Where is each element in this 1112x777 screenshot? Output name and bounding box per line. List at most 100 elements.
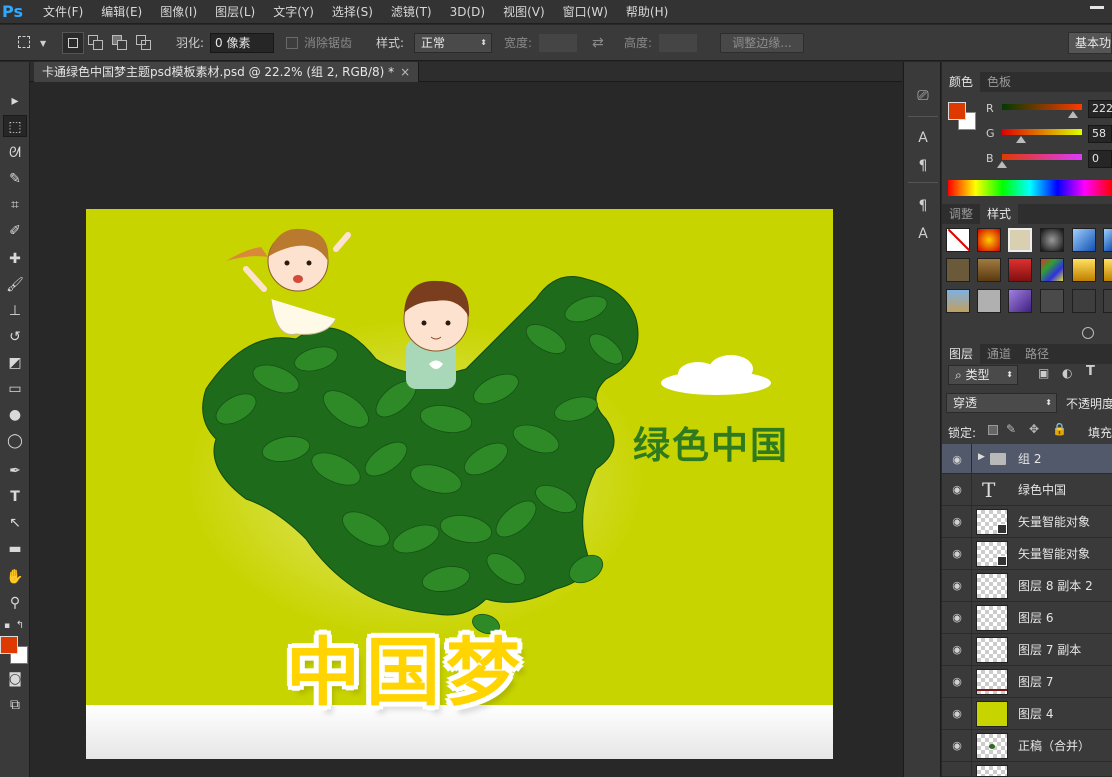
r-slider[interactable] (1002, 104, 1082, 110)
rectangular-marquee-tool-icon[interactable]: ⬚ (3, 115, 27, 137)
layer-row[interactable]: ◉ 正稿（合并） (942, 730, 1112, 762)
style-swatch[interactable] (977, 289, 1001, 313)
workspace-switcher[interactable]: 基本功能 (1068, 32, 1112, 54)
tab-swatches[interactable]: 色板 (980, 72, 1018, 92)
g-slider-thumb[interactable] (1016, 136, 1026, 143)
layer-name[interactable]: 矢量智能对象 (1018, 538, 1090, 570)
swap-colors-icon[interactable]: ↰ (14, 615, 26, 637)
g-value-input[interactable]: 58 (1088, 125, 1112, 143)
foreground-color-swatch[interactable] (0, 636, 18, 654)
intersect-selection-mode-button[interactable] (136, 35, 152, 51)
style-swatch[interactable] (977, 258, 1001, 282)
menu-view[interactable]: 视图(V) (494, 0, 554, 24)
style-swatch[interactable] (1008, 289, 1032, 313)
eye-icon[interactable]: ◉ (950, 483, 964, 497)
blur-tool-icon[interactable]: ● (3, 404, 27, 426)
style-swatch[interactable] (1008, 258, 1032, 282)
style-swatch[interactable] (1103, 289, 1112, 313)
lock-position-icon[interactable]: ✥ (1029, 422, 1039, 436)
panel-foreground-swatch[interactable] (948, 102, 966, 120)
path-selection-tool-icon[interactable]: ↖ (3, 512, 27, 534)
layer-name[interactable]: 图层 7 (1018, 666, 1053, 698)
color-spectrum-bar[interactable] (948, 180, 1112, 196)
antialias-checkbox[interactable] (286, 37, 298, 49)
clone-stamp-tool-icon[interactable]: ⊥ (3, 300, 27, 322)
style-swatch[interactable] (1103, 258, 1112, 282)
style-swatch[interactable] (1072, 289, 1096, 313)
b-slider[interactable] (1002, 154, 1082, 160)
style-dropdown[interactable]: 正常 ⬍ (414, 33, 492, 53)
eraser-tool-icon[interactable]: ◩ (3, 352, 27, 374)
r-value-input[interactable]: 222 (1088, 100, 1112, 118)
character-styles-icon[interactable]: A (913, 224, 933, 244)
b-slider-thumb[interactable] (997, 161, 1007, 168)
layer-name[interactable]: 矢量智能对象 (1018, 506, 1090, 538)
eye-icon[interactable]: ◉ (950, 547, 964, 561)
marquee-preset-icon[interactable] (16, 34, 34, 52)
eye-icon[interactable]: ◉ (950, 739, 964, 753)
menu-window[interactable]: 窗口(W) (554, 0, 617, 24)
minimize-button[interactable] (1090, 6, 1104, 9)
tab-adjustments[interactable]: 调整 (942, 204, 980, 224)
dodge-tool-icon[interactable]: ◯ (3, 430, 27, 452)
tab-color[interactable]: 颜色 (942, 72, 981, 92)
style-swatch[interactable] (946, 258, 970, 282)
refine-edge-button[interactable]: 调整边缘... (720, 33, 804, 53)
r-slider-thumb[interactable] (1068, 111, 1078, 118)
menu-type[interactable]: 文字(Y) (264, 0, 323, 24)
menu-3d[interactable]: 3D(D) (441, 0, 494, 24)
layer-row[interactable]: ◉ 图层 8 副本 2 (942, 570, 1112, 602)
move-tool-icon[interactable]: ▸ (3, 90, 27, 112)
menu-select[interactable]: 选择(S) (323, 0, 382, 24)
filter-type-icon[interactable]: T (1086, 364, 1102, 380)
layer-row[interactable]: ◉ 图层 6 (942, 602, 1112, 634)
g-slider[interactable] (1002, 129, 1082, 135)
artwork-canvas[interactable]: 绿色中国 中国梦 (86, 209, 833, 759)
eyedropper-tool-icon[interactable]: ✐ (3, 220, 27, 242)
zoom-tool-icon[interactable]: ⚲ (3, 592, 27, 614)
menu-image[interactable]: 图像(I) (151, 0, 206, 24)
style-swatch[interactable] (946, 289, 970, 313)
style-swatch[interactable] (1103, 228, 1112, 252)
eye-icon[interactable]: ◉ (950, 611, 964, 625)
eye-icon[interactable]: ◉ (950, 707, 964, 721)
width-input[interactable] (538, 33, 578, 53)
menu-layer[interactable]: 图层(L) (206, 0, 264, 24)
healing-brush-tool-icon[interactable]: ✚ (3, 248, 27, 270)
filter-pixel-icon[interactable]: ▣ (1038, 366, 1054, 382)
eye-icon[interactable]: ◉ (950, 453, 964, 467)
layer-row[interactable] (942, 762, 1112, 777)
lock-pixels-icon[interactable]: ✎ (1006, 422, 1016, 436)
menu-help[interactable]: 帮助(H) (617, 0, 677, 24)
eye-icon[interactable]: ◉ (950, 515, 964, 529)
blend-mode-dropdown[interactable]: 穿透 ⬍ (946, 393, 1057, 413)
subtract-selection-mode-button[interactable] (112, 35, 128, 51)
feather-input[interactable]: 0 像素 (210, 33, 274, 53)
style-swatch[interactable] (1040, 289, 1064, 313)
clear-style-icon[interactable] (1082, 327, 1094, 339)
brush-tool-icon[interactable]: 🖌 (3, 274, 27, 296)
layer-row[interactable]: ◉ 图层 7 (942, 666, 1112, 698)
layer-name[interactable]: 图层 4 (1018, 698, 1053, 730)
screen-mode-icon[interactable]: ⧉ (3, 694, 27, 716)
default-colors-icon[interactable]: ▪ (2, 615, 12, 637)
layer-row[interactable]: ◉ 矢量智能对象 (942, 538, 1112, 570)
paragraph-panel-icon[interactable]: ¶ (913, 156, 933, 176)
type-tool-icon[interactable]: T (3, 486, 27, 508)
add-selection-mode-button[interactable] (88, 35, 104, 51)
layer-row[interactable]: ◉ 矢量智能对象 (942, 506, 1112, 538)
expand-arrow-icon[interactable]: ▶ (978, 452, 985, 462)
new-selection-mode-button[interactable] (62, 32, 84, 54)
layer-name[interactable]: 图层 6 (1018, 602, 1053, 634)
crop-tool-icon[interactable]: ⌗ (3, 194, 27, 216)
pen-tool-icon[interactable]: ✒ (3, 460, 27, 482)
rectangle-tool-icon[interactable]: ▬ (3, 538, 27, 560)
layer-filter-dropdown[interactable]: ⌕ 类型 ⬍ (948, 365, 1018, 385)
layer-row[interactable]: ◉ T 绿色中国 (942, 474, 1112, 506)
lock-all-icon[interactable]: 🔒 (1052, 422, 1067, 436)
layer-name[interactable]: 绿色中国 (1018, 474, 1066, 506)
menu-filter[interactable]: 滤镜(T) (382, 0, 441, 24)
quick-mask-icon[interactable]: ◙ (3, 668, 27, 690)
filter-adjustment-icon[interactable]: ◐ (1062, 366, 1078, 382)
style-swatch[interactable] (977, 228, 1001, 252)
